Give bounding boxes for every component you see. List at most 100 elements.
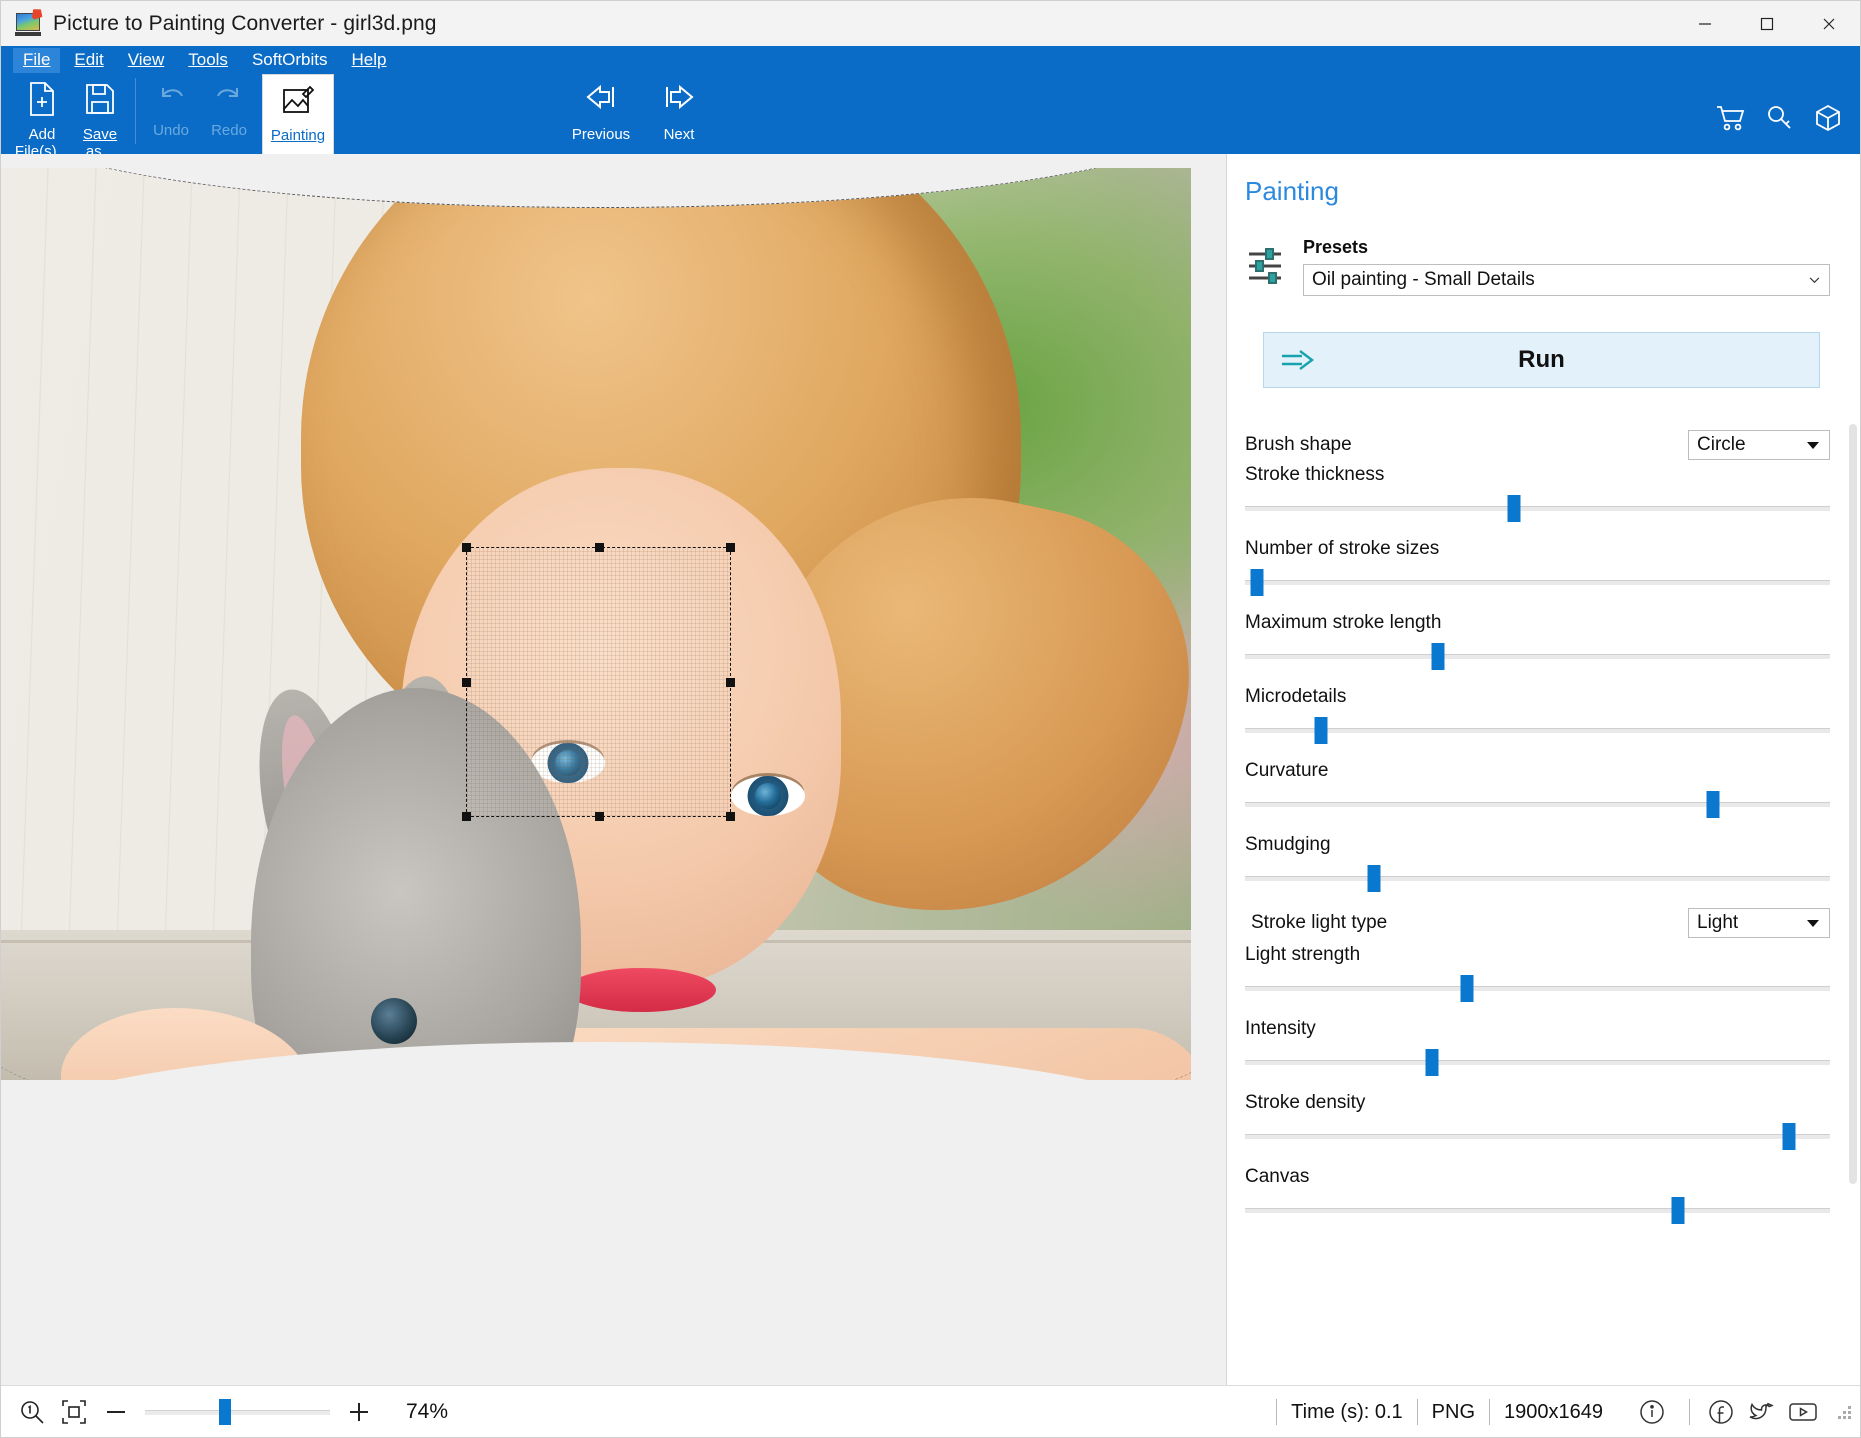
- curvature-slider[interactable]: [1245, 790, 1830, 818]
- marquee-handle-bottom-right[interactable]: [726, 812, 735, 821]
- slider-thumb[interactable]: [1250, 569, 1264, 596]
- box-icon[interactable]: [1814, 104, 1842, 137]
- microdetails-slider[interactable]: [1245, 716, 1830, 744]
- menu-item-help[interactable]: Help: [342, 48, 397, 73]
- title-bar: Picture to Painting Converter - girl3d.p…: [1, 1, 1860, 46]
- key-icon[interactable]: [1766, 104, 1794, 137]
- menu-item-view[interactable]: View: [118, 48, 175, 73]
- zoom-slider-track: [145, 1409, 330, 1415]
- slider-thumb[interactable]: [1706, 791, 1720, 818]
- zoom-slider-thumb[interactable]: [218, 1398, 231, 1425]
- minimize-button[interactable]: [1674, 1, 1736, 46]
- canvas-label: Canvas: [1245, 1166, 1310, 1187]
- microdetails-label: Microdetails: [1245, 686, 1347, 707]
- zoom-in-button[interactable]: [346, 1399, 372, 1425]
- control-canvas: Canvas: [1245, 1166, 1830, 1224]
- add-files-button[interactable]: Add File(s)...: [13, 74, 71, 160]
- slider-thumb[interactable]: [1782, 1123, 1796, 1150]
- marquee-handle-top-center[interactable]: [594, 543, 604, 552]
- control-brush-shape: Brush shape Circle: [1245, 430, 1830, 460]
- resize-grip[interactable]: [1836, 1404, 1852, 1420]
- brush-shape-value: Circle: [1697, 434, 1746, 455]
- photo-rabbit-eye: [371, 998, 417, 1044]
- status-bar-right: Time (s): 0.1 PNG 1900x1649: [1276, 1398, 1852, 1425]
- panel-title: Painting: [1245, 176, 1339, 206]
- application-window: Picture to Painting Converter - girl3d.p…: [0, 0, 1861, 1438]
- stroke-light-type-value: Light: [1697, 912, 1739, 933]
- zoom-percent-label: 74%: [406, 1399, 449, 1423]
- image-canvas[interactable]: [1, 154, 1227, 1385]
- number-of-stroke-sizes-slider[interactable]: [1245, 568, 1830, 596]
- canvas-slider[interactable]: [1245, 1196, 1830, 1224]
- slider-thumb[interactable]: [1425, 1049, 1439, 1076]
- painting-tab-button[interactable]: Painting: [262, 74, 334, 156]
- smudging-label: Smudging: [1245, 834, 1331, 855]
- caret-down-icon: [1807, 920, 1819, 927]
- marquee-handle-top-right[interactable]: [726, 543, 735, 552]
- ribbon-separator-1: [135, 78, 136, 144]
- control-stroke-thickness: Stroke thickness: [1245, 464, 1830, 522]
- close-button[interactable]: [1798, 1, 1860, 46]
- preset-select[interactable]: Oil painting - Small Details: [1303, 264, 1830, 296]
- number-of-stroke-sizes-label: Number of stroke sizes: [1245, 538, 1440, 559]
- zoom-out-button[interactable]: [103, 1399, 129, 1425]
- marquee-handle-top-left[interactable]: [462, 543, 471, 552]
- smudging-slider[interactable]: [1245, 864, 1830, 892]
- menu-item-softorbits[interactable]: SoftOrbits: [242, 48, 338, 73]
- youtube-icon[interactable]: [1788, 1399, 1818, 1425]
- menu-item-edit[interactable]: Edit: [64, 48, 113, 73]
- slider-track: [1245, 986, 1830, 991]
- stroke-thickness-slider[interactable]: [1245, 494, 1830, 522]
- undo-button[interactable]: Undo: [142, 74, 200, 152]
- slider-track: [1245, 802, 1830, 807]
- light-strength-slider[interactable]: [1245, 974, 1830, 1002]
- menu-item-edit-label: Edit: [74, 49, 104, 69]
- panel-scrollbar-thumb[interactable]: [1849, 424, 1857, 1184]
- menu-item-tools-label: Tools: [188, 49, 228, 69]
- painting-settings-panel: Painting Presets Oil painting - Small De…: [1227, 154, 1860, 1385]
- slider-track: [1245, 1208, 1830, 1213]
- previous-label: Previous: [571, 126, 631, 143]
- menu-item-tools[interactable]: Tools: [178, 48, 238, 73]
- marquee-handle-bottom-left[interactable]: [462, 812, 471, 821]
- fit-to-window-icon[interactable]: [61, 1399, 87, 1425]
- slider-track: [1245, 506, 1830, 511]
- marquee-handle-middle-left[interactable]: [462, 678, 471, 687]
- run-button[interactable]: Run: [1263, 332, 1820, 388]
- stroke-density-slider[interactable]: [1245, 1122, 1830, 1150]
- maximize-button[interactable]: [1736, 1, 1798, 46]
- sliders-icon: [1245, 245, 1291, 296]
- brush-shape-select[interactable]: Circle: [1688, 430, 1830, 460]
- stroke-light-type-select[interactable]: Light: [1688, 908, 1830, 938]
- zoom-one-to-one-icon[interactable]: [19, 1399, 45, 1425]
- main-area: Painting Presets Oil painting - Small De…: [1, 154, 1860, 1385]
- slider-thumb[interactable]: [1460, 975, 1474, 1002]
- slider-thumb[interactable]: [1314, 717, 1328, 744]
- selection-marquee[interactable]: [462, 543, 735, 821]
- ribbon-right-icons: [1716, 104, 1842, 137]
- previous-button[interactable]: Previous: [562, 74, 640, 152]
- twitter-icon[interactable]: [1748, 1399, 1774, 1425]
- next-button[interactable]: Next: [640, 74, 718, 152]
- undo-icon: [155, 82, 187, 117]
- save-as-button[interactable]: Save as...: [71, 74, 129, 160]
- menu-item-file[interactable]: File: [13, 47, 61, 73]
- marquee-handle-middle-right[interactable]: [726, 678, 735, 687]
- slider-thumb[interactable]: [1367, 865, 1381, 892]
- maximum-stroke-length-slider[interactable]: [1245, 642, 1830, 670]
- slider-thumb[interactable]: [1671, 1197, 1685, 1224]
- cart-icon[interactable]: [1716, 104, 1746, 137]
- caret-down-icon: [1807, 442, 1819, 449]
- info-icon[interactable]: [1639, 1399, 1665, 1425]
- panel-scrollbar[interactable]: [1846, 154, 1858, 1385]
- slider-thumb[interactable]: [1431, 643, 1445, 670]
- facebook-icon[interactable]: [1708, 1399, 1734, 1425]
- canvas-texture-preview: [467, 548, 730, 816]
- previous-arrow-icon: [582, 82, 620, 121]
- intensity-slider[interactable]: [1245, 1048, 1830, 1076]
- slider-thumb[interactable]: [1507, 495, 1521, 522]
- zoom-slider[interactable]: [145, 1398, 330, 1425]
- marquee-handle-bottom-center[interactable]: [594, 812, 604, 821]
- preview-image[interactable]: [1, 168, 1191, 1080]
- redo-button[interactable]: Redo: [200, 74, 258, 152]
